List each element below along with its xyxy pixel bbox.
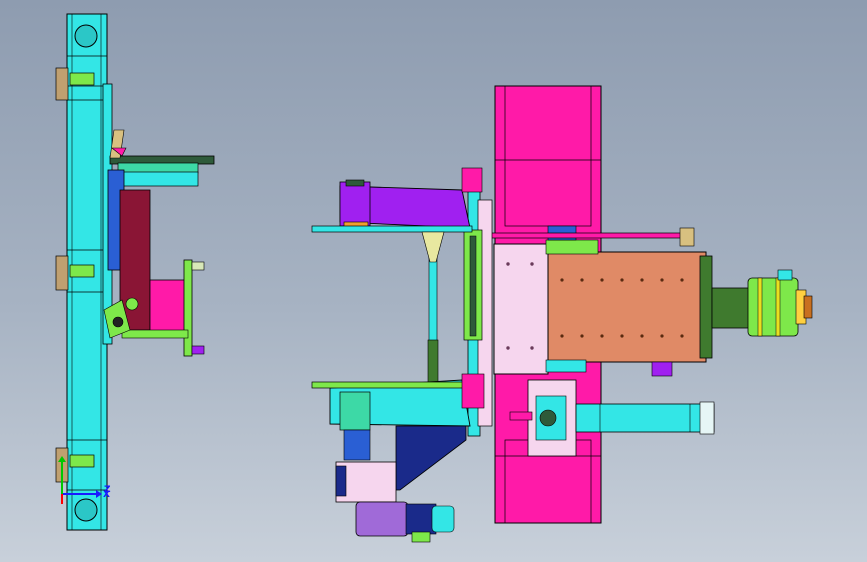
z-axis-label: Z: [104, 485, 111, 495]
output-shaft: [711, 287, 753, 329]
beam-hole-bottom: [74, 498, 98, 522]
salmon-housing: [545, 251, 707, 363]
air-cylinder: [575, 403, 715, 433]
cad-viewport[interactable]: X Z: [0, 0, 867, 562]
lower-motor: [355, 501, 409, 537]
pink-front-plate: [493, 243, 549, 375]
right-motor: [747, 277, 799, 337]
navy-bracket: [395, 425, 467, 491]
green-plate: [183, 259, 193, 357]
beam-hole-top: [74, 24, 98, 48]
left-frame-assembly[interactable]: [55, 13, 215, 531]
right-machine-assembly[interactable]: [311, 85, 813, 543]
tie-rod: [477, 232, 685, 239]
magenta-block: [149, 279, 187, 335]
assembly-drawing[interactable]: X Z: [0, 0, 867, 562]
